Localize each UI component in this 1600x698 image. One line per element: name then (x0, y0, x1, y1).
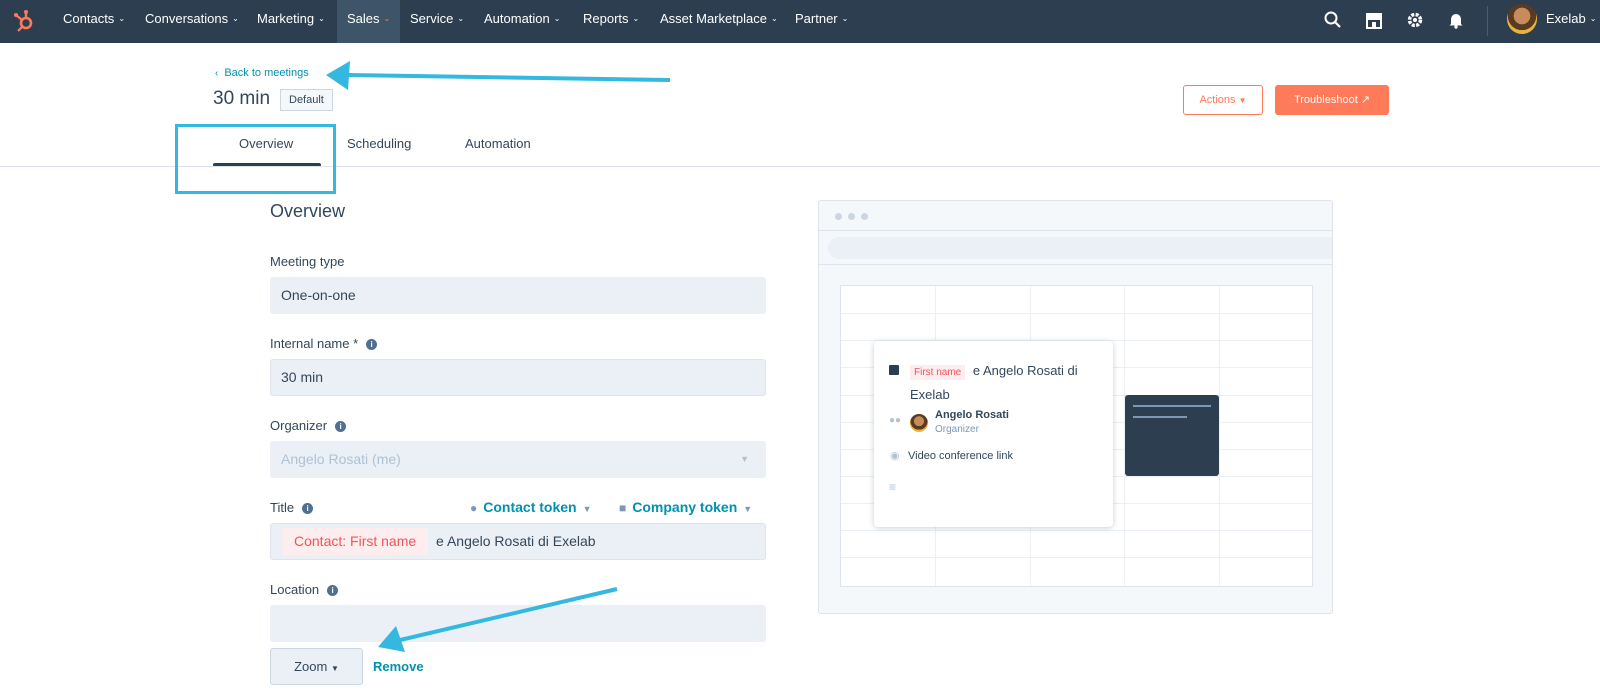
attendees-icon: ●● (889, 415, 902, 426)
troubleshoot-button[interactable]: Troubleshoot ↗ (1275, 85, 1389, 115)
hubspot-logo-icon[interactable] (12, 9, 36, 33)
external-link-icon: ↗ (1360, 94, 1371, 106)
caret-down-icon: ▼ (330, 664, 339, 673)
info-icon[interactable]: i (366, 339, 378, 350)
page-title: 30 min (213, 88, 271, 109)
chevron-down-icon: ⌄ (383, 14, 391, 23)
gear-icon[interactable] (1405, 10, 1425, 30)
building-icon: ■ (619, 501, 627, 515)
chevron-down-icon: ⌄ (770, 14, 778, 23)
title-label: Title i (270, 500, 314, 515)
chevron-down-icon: ⌄ (632, 14, 640, 23)
event-popover: First name e Angelo Rosati di Exelab ●● … (874, 341, 1113, 527)
grid-line (1219, 286, 1220, 586)
info-icon[interactable]: i (302, 503, 314, 514)
title-input[interactable]: Contact: First name e Angelo Rosati di E… (270, 523, 766, 560)
caret-down-icon: ▼ (582, 504, 592, 514)
tab-automation[interactable]: Automation (465, 136, 531, 151)
caret-down-icon: ▼ (1238, 96, 1247, 105)
organizer-role: Organizer (935, 424, 979, 435)
section-title: Overview (270, 201, 346, 221)
title-text: e Angelo Rosati di Exelab (436, 533, 596, 549)
preview-window-header (819, 201, 1332, 231)
caret-down-icon: ▼ (740, 454, 749, 464)
nav-partner[interactable]: Partner ⌄ (795, 0, 848, 43)
meeting-type-label: Meeting type (270, 254, 345, 269)
marketplace-icon[interactable] (1364, 10, 1384, 30)
popover-token-pill: First name (910, 365, 966, 380)
preview-address-bar (828, 237, 1332, 259)
actions-button[interactable]: Actions ▼ (1183, 85, 1263, 115)
nav-asset-marketplace[interactable]: Asset Marketplace ⌄ (660, 0, 778, 43)
nav-contacts[interactable]: Contacts ⌄ (63, 0, 125, 43)
tab-scheduling[interactable]: Scheduling (347, 136, 411, 151)
organizer-avatar (910, 414, 928, 432)
event-color-icon (889, 365, 899, 375)
person-icon: ● (470, 501, 478, 515)
location-pin-icon: ◉ (890, 450, 900, 462)
search-icon[interactable] (1323, 10, 1343, 30)
annotation-arrow-top (347, 73, 671, 82)
default-tag: Default (280, 89, 333, 111)
nav-conversations[interactable]: Conversations ⌄ (145, 0, 239, 43)
organizer-select[interactable]: Angelo Rosati (me) ▼ (270, 441, 766, 478)
description-icon: ≡ (889, 480, 897, 494)
chevron-down-icon: ⌄ (232, 14, 239, 23)
bell-icon[interactable] (1446, 10, 1466, 30)
chevron-down-icon: ⌄ (841, 14, 849, 23)
chevron-down-icon: ⌄ (118, 14, 126, 23)
window-dot (848, 213, 855, 220)
window-dot (861, 213, 868, 220)
nav-sales[interactable]: Sales ⌄ (337, 0, 401, 43)
info-icon[interactable]: i (327, 585, 339, 596)
window-dot (835, 213, 842, 220)
user-menu[interactable]: Exelab ⌄ (1546, 0, 1596, 43)
chevron-left-icon: ‹ (215, 68, 219, 79)
organizer-label: Organizer i (270, 418, 347, 433)
nav-service[interactable]: Service ⌄ (410, 0, 464, 43)
nav-automation[interactable]: Automation ⌄ (484, 0, 560, 43)
contact-token-dropdown[interactable]: ● Contact token ▼ (470, 499, 592, 515)
remove-link[interactable]: Remove (373, 659, 424, 674)
internal-name-input[interactable]: 30 min (270, 359, 766, 396)
location-input[interactable] (270, 605, 766, 642)
meeting-type-field: One-on-one (270, 277, 766, 314)
annotation-highlight-box (175, 124, 336, 194)
chevron-down-icon: ⌄ (1589, 14, 1597, 23)
zoom-dropdown-button[interactable]: Zoom ▼ (270, 648, 363, 685)
top-nav: Contacts ⌄ Conversations ⌄ Marketing ⌄ Sale… (0, 0, 1600, 43)
grid-line (841, 313, 1312, 314)
calendar-event-block (1125, 395, 1219, 476)
user-avatar[interactable] (1507, 4, 1537, 34)
chevron-down-icon: ⌄ (457, 14, 465, 23)
event-line (1133, 405, 1211, 407)
popover-title: First name e Angelo Rosati di Exelab (910, 360, 1100, 406)
info-icon[interactable]: i (335, 421, 347, 432)
nav-marketing[interactable]: Marketing ⌄ (257, 0, 325, 43)
preview-divider (819, 264, 1332, 265)
event-line (1133, 416, 1187, 418)
title-token-pill[interactable]: Contact: First name (282, 528, 429, 555)
organizer-name: Angelo Rosati (935, 409, 1009, 421)
annotation-arrowhead-top (326, 61, 350, 90)
chevron-down-icon: ⌄ (553, 14, 561, 23)
internal-name-label: Internal name * i (270, 336, 378, 351)
location-label: Location i (270, 582, 339, 597)
caret-down-icon: ▼ (743, 504, 753, 514)
grid-line (841, 557, 1312, 558)
popover-location: Video conference link (908, 450, 1013, 462)
company-token-dropdown[interactable]: ■ Company token ▼ (619, 499, 752, 515)
nav-reports[interactable]: Reports ⌄ (583, 0, 639, 43)
back-to-meetings-link[interactable]: ‹ Back to meetings (215, 67, 309, 79)
grid-line (841, 530, 1312, 531)
chevron-down-icon: ⌄ (318, 14, 325, 23)
nav-divider (1487, 6, 1488, 36)
